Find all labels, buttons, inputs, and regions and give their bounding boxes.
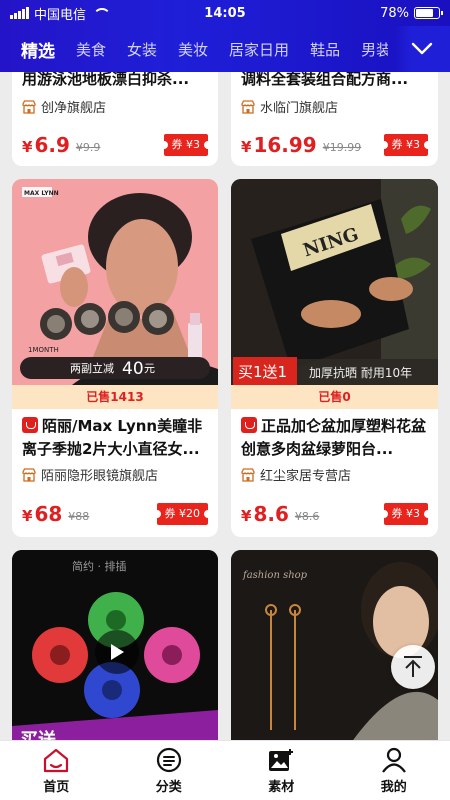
bottom-nav: 首页 分类 素材 我的: [0, 740, 450, 800]
shop-name: 陌丽隐形眼镜旗舰店: [41, 469, 159, 484]
coupon-badge[interactable]: 券 ¥3: [159, 134, 212, 156]
top-header: 中国电信 14:05 78% 精选 美食 女装 美妆 居家日用 鞋品 男装: [0, 0, 450, 72]
current-price: ¥6.9: [22, 133, 70, 157]
tab-womens-clothing[interactable]: 女装: [127, 39, 157, 60]
tab-featured[interactable]: 精选: [21, 37, 55, 62]
battery-icon: [414, 7, 443, 19]
product-image[interactable]: NING 买1送1 加厚抗晒 耐用10年: [231, 179, 438, 385]
price-row: ¥16.99 ¥19.99 券 ¥3: [231, 130, 438, 160]
shop-row[interactable]: 创净旗舰店: [12, 97, 218, 116]
user-icon: [381, 747, 406, 773]
tabs-expand-button[interactable]: [394, 26, 450, 72]
current-price: ¥8.6: [241, 502, 289, 526]
coupon-badge[interactable]: 券 ¥3: [379, 503, 432, 525]
tab-shoes[interactable]: 鞋品: [310, 39, 340, 60]
sold-count: 已售1413: [12, 385, 218, 409]
original-price: ¥9.9: [75, 140, 101, 154]
category-icon: [156, 747, 181, 772]
store-icon: [22, 467, 36, 482]
tab-mens-clothing[interactable]: 男装: [361, 39, 388, 60]
product-image[interactable]: 1MONTH 两副立减 40 元 MAX LYNN: [12, 179, 218, 385]
product-card[interactable]: 1MONTH 两副立减 40 元 MAX LYNN 已售1413 陌丽/Max …: [12, 179, 218, 537]
sold-count: 已售0: [231, 385, 438, 409]
image-top-text: fashion shop: [242, 570, 308, 581]
nav-material-label: 素材: [268, 779, 295, 795]
original-price: ¥88: [68, 509, 90, 523]
original-price: ¥8.6: [294, 509, 320, 523]
promo-text: 两副立减: [70, 361, 114, 375]
nav-mine-label: 我的: [380, 779, 407, 795]
shop-row[interactable]: 水临门旗舰店: [231, 97, 438, 116]
category-tabs: 精选 美食 女装 美妆 居家日用 鞋品 男装: [0, 26, 450, 72]
store-icon: [241, 467, 255, 482]
product-title: 陌丽/Max Lynn美瞳非离子季抛2片大小直径女...: [22, 417, 203, 458]
tmall-icon: [241, 417, 257, 433]
tab-food[interactable]: 美食: [76, 39, 106, 60]
video-play-button[interactable]: [95, 630, 139, 674]
brand-logo: MAX LYNN: [24, 190, 59, 197]
shop-name: 创净旗舰店: [41, 101, 107, 116]
store-icon: [22, 99, 36, 114]
tmall-icon: [22, 417, 38, 433]
nav-home[interactable]: 首页: [0, 741, 113, 800]
product-card[interactable]: 简约 · 排插 买送: [12, 550, 218, 750]
clock: 14:05: [204, 5, 246, 21]
back-to-top-button[interactable]: [391, 645, 435, 689]
promo-amount: 40: [122, 359, 144, 379]
coupon-badge[interactable]: 券 ¥20: [152, 503, 212, 525]
shop-row[interactable]: 陌丽隐形眼镜旗舰店: [12, 465, 168, 484]
tab-beauty[interactable]: 美妆: [178, 39, 208, 60]
shop-name: 水临门旗舰店: [260, 101, 339, 116]
month-label: 1MONTH: [28, 346, 59, 354]
status-bar: 中国电信 14:05 78%: [0, 0, 450, 26]
coupon-badge[interactable]: 券 ¥3: [379, 134, 432, 156]
current-price: ¥68: [22, 502, 63, 526]
shop-name: 红尘家居专营店: [260, 469, 352, 484]
original-price: ¥19.99: [322, 140, 362, 154]
nav-material[interactable]: 素材: [225, 741, 338, 800]
price-row: ¥68 ¥88 券 ¥20: [12, 499, 218, 529]
product-card[interactable]: NING 买1送1 加厚抗晒 耐用10年 已售0 正品加仑盆加厚塑料花盆创意多肉…: [231, 179, 438, 537]
product-photo: NING 买1送1 加厚抗晒 耐用10年: [231, 179, 438, 385]
image-caption: 加厚抗晒 耐用10年: [309, 365, 412, 380]
nav-mine[interactable]: 我的: [338, 741, 450, 800]
price-row: ¥6.9 ¥9.9 券 ¥3: [12, 130, 218, 160]
product-photo: 1MONTH 两副立减 40 元 MAX LYNN: [12, 179, 218, 385]
promo-unit: 元: [144, 362, 155, 375]
price-row: ¥8.6 ¥8.6 券 ¥3: [231, 499, 438, 529]
nav-category-label: 分类: [155, 779, 182, 795]
current-price: ¥16.99: [241, 133, 317, 157]
nav-home-label: 首页: [43, 779, 70, 795]
play-icon: [111, 644, 124, 660]
store-icon: [241, 99, 255, 114]
shop-row[interactable]: 红尘家居专营店: [231, 465, 361, 484]
nav-category[interactable]: 分类: [113, 741, 226, 800]
material-image-icon: [269, 748, 294, 771]
tab-home-goods[interactable]: 居家日用: [229, 39, 289, 60]
product-title: 正品加仑盆加厚塑料花盆创意多肉盆绿萝阳台...: [241, 417, 427, 458]
promo-badge: 买1送1: [238, 363, 287, 381]
home-icon: [44, 748, 69, 772]
arrow-up-icon: [404, 656, 422, 677]
chevron-down-icon: [411, 42, 433, 55]
image-top-text: 简约 · 排插: [72, 559, 127, 573]
